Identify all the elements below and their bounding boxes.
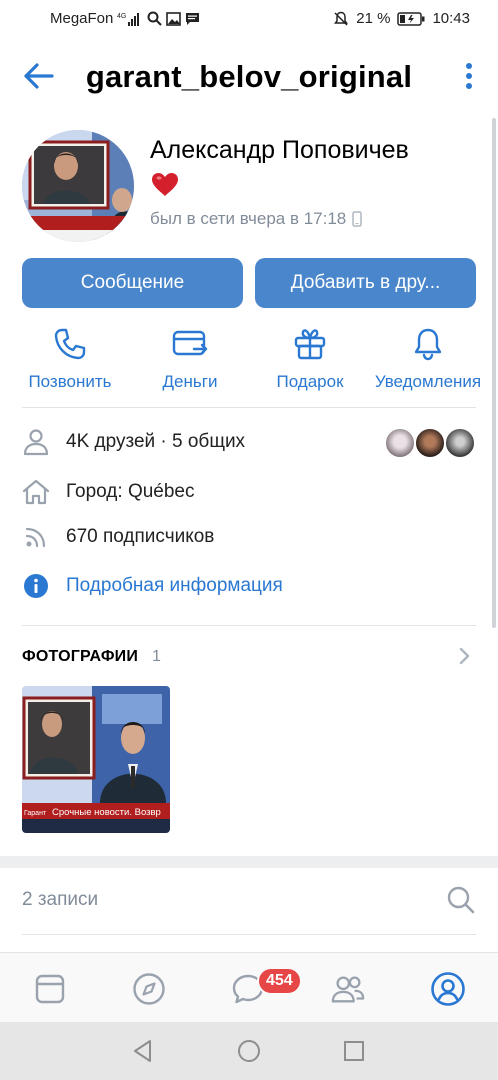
photo-image: Гарант Срочные новости. Возвр [22,686,170,833]
call-action-label: Позвонить [28,372,112,391]
mutual-friend-avatar [384,427,416,459]
photo-caption: Срочные новости. Возвр [52,807,161,818]
details-row[interactable]: Подробная информация [22,572,283,600]
status-bar: MegaFon 4G 21 % 10:43 [0,0,498,38]
city-text: Город: Québec [66,481,195,502]
status-bar-right: 21 % 10:43 [333,10,470,27]
info-icon [22,572,50,600]
last-seen-text: был в сети вчера в 17:18 [150,209,347,228]
app-header: garant_belov_original [0,48,498,104]
home-icon [22,478,50,506]
followers-icon [22,523,50,551]
messages-badge: 454 [257,967,302,995]
system-navigation-bar [0,1022,498,1080]
money-transfer-icon [142,326,238,362]
add-friend-button-label: Добавить в дру... [290,272,441,293]
profile-avatar[interactable] [22,130,134,242]
posts-count: 2 записи [22,889,99,910]
heart-icon [151,172,179,198]
photos-section-title[interactable]: ФОТОГРАФИИ [22,648,138,666]
city-row: Город: Québec [22,478,195,506]
gallery-icon [166,11,182,26]
profile-actions: Позвонить Деньги Подарок Уведомления [0,326,498,396]
gift-icon [262,326,358,362]
avatar-image [22,130,134,242]
phone-icon [22,326,118,362]
tab-feed[interactable] [32,971,68,1007]
feed-icon [35,974,65,1004]
posts-search-button[interactable] [446,885,476,915]
gift-action[interactable]: Подарок [262,326,358,392]
battery-percent: 21 % [356,10,391,27]
divider [22,934,476,935]
square-recents-icon [344,1041,364,1061]
friends-row[interactable]: 4K друзей · 5 общих [22,428,245,456]
nav-recents-button[interactable] [341,1038,367,1064]
mutual-friends-avatars[interactable] [384,427,476,461]
message-icon [185,12,200,26]
page-title: garant_belov_original [85,59,413,94]
scrollbar[interactable] [492,118,496,628]
details-link[interactable]: Подробная информация [66,575,283,597]
money-action-label: Деньги [162,372,218,391]
mutual-friend-avatar [414,427,446,459]
search-icon [147,11,163,26]
profile-screen: MegaFon 4G 21 % 10:43 garant_belov_origi… [0,0,498,1080]
notifications-action-label: Уведомления [374,372,482,391]
signal-icon: 4G [117,12,143,26]
triangle-back-icon [134,1040,151,1062]
mutual-friend-avatar [444,427,476,459]
gift-action-label: Подарок [276,372,344,391]
tab-profile[interactable] [430,971,466,1007]
nav-home-button[interactable] [236,1038,262,1064]
divider [22,625,476,626]
money-action[interactable]: Деньги [142,326,238,392]
followers-count: 670 подписчиков [66,526,215,547]
search-icon [447,886,475,914]
message-button-label: Сообщение [80,272,185,293]
more-button[interactable] [464,62,474,90]
friends-icon [331,976,365,1003]
mute-icon [333,11,349,27]
last-seen: был в сети вчера в 17:18 [150,209,363,229]
call-action[interactable]: Позвонить [22,326,118,392]
bottom-tab-bar [0,952,498,1022]
clock: 10:43 [432,10,470,27]
status-bar-left: MegaFon 4G [50,10,200,27]
circle-home-icon [238,1040,260,1062]
compass-icon [133,973,165,1005]
svg-text:4G: 4G [117,13,126,20]
nav-back-button[interactable] [130,1038,156,1064]
user-icon [22,428,50,456]
followers-row[interactable]: 670 подписчиков [22,523,214,551]
add-friend-button[interactable]: Добавить в дру... [255,258,476,308]
section-separator [0,856,498,868]
photos-count: 1 [152,648,161,665]
tab-discover[interactable] [131,971,167,1007]
friends-count: 4K друзей · 5 общих [66,431,246,452]
more-vertical-icon [466,63,472,89]
chevron-right-icon[interactable] [458,646,472,666]
battery-icon [397,11,425,26]
tab-friends[interactable] [330,971,366,1007]
carrier-label: MegaFon [50,10,114,27]
message-button[interactable]: Сообщение [22,258,243,308]
bell-icon [372,326,484,362]
divider [22,407,476,408]
photo-thumbnail[interactable]: Гарант Срочные новости. Возвр [22,686,170,833]
profile-name: Александр Поповичев [150,136,409,164]
photo-sidebar-text: Гарант [24,810,47,817]
notifications-action[interactable]: Уведомления [372,326,484,392]
mobile-icon [352,211,363,227]
profile-icon [431,972,465,1006]
